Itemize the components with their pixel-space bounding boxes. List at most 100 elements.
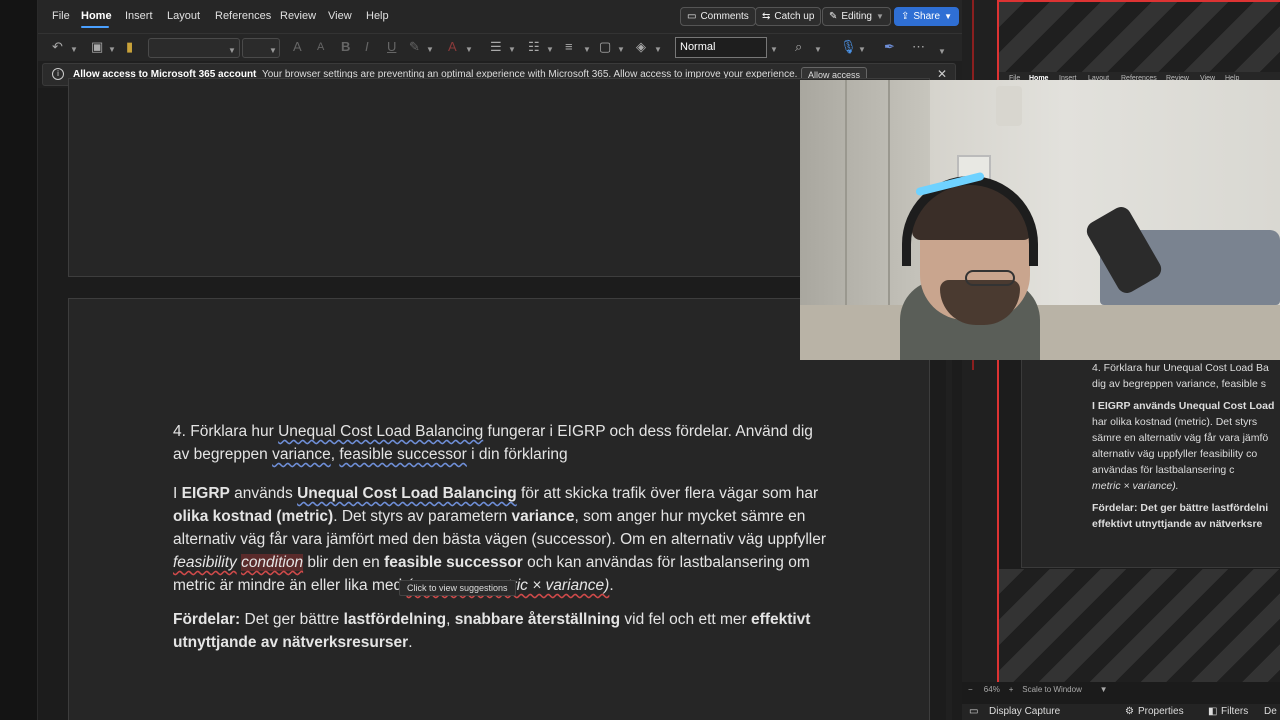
font-family-select[interactable]	[148, 38, 240, 58]
chevron-down-icon[interactable]: ▼	[1100, 685, 1108, 694]
document-body[interactable]: 4. Förklara hur Unequal Cost Load Balanc…	[173, 420, 833, 665]
menu-review[interactable]: Review	[280, 10, 316, 22]
zoom-controls: − 64% + Scale to Window ▼	[968, 685, 1108, 694]
text-run: Unequal Cost Load Balancing	[278, 423, 484, 440]
style-select[interactable]: Normal	[675, 37, 767, 58]
chevron-down-icon[interactable]: ▼	[108, 43, 116, 57]
advantages-paragraph[interactable]: Fördelar: Det ger bättre lastfördelning,…	[173, 608, 833, 654]
chevron-down-icon[interactable]: ▼	[508, 43, 516, 57]
filters-button[interactable]: Filters	[1221, 706, 1248, 717]
format-painter-icon[interactable]: ▮	[126, 40, 133, 54]
preview-line: dig av begreppen variance, feasible s	[1092, 378, 1266, 390]
suggestion-tooltip[interactable]: Click to view suggestions	[399, 580, 516, 596]
menu-bar: File Home Insert Layout References Revie…	[38, 0, 962, 33]
bullets-icon[interactable]: ☰	[490, 40, 502, 54]
highlight-icon[interactable]: ✎	[409, 40, 420, 54]
text-run: vid fel och ett mer	[620, 611, 752, 628]
search-icon[interactable]: ⌕	[795, 40, 802, 54]
chevron-down-icon[interactable]: ▼	[770, 43, 778, 57]
preview-line: Fördelar: Det ger bättre lastfördelni	[1092, 502, 1269, 514]
info-icon: i	[52, 68, 64, 80]
menu-home[interactable]: Home	[81, 10, 112, 22]
menu-view[interactable]: View	[328, 10, 352, 22]
editing-mode-button[interactable]: ✎ Editing ▼	[822, 7, 891, 26]
text-run: blir den en	[303, 554, 385, 571]
share-icon: ⇪	[901, 11, 910, 22]
floor	[800, 305, 1280, 360]
numbering-icon[interactable]: ☷	[528, 40, 540, 54]
left-rail	[0, 0, 38, 720]
bold-icon[interactable]: B	[341, 40, 350, 54]
chevron-down-icon[interactable]: ▼	[938, 45, 946, 59]
zoom-out-button[interactable]: −	[968, 685, 973, 694]
source-name: Display Capture	[989, 706, 1061, 717]
catchup-label: Catch up	[774, 11, 815, 22]
chevron-down-icon[interactable]: ▼	[858, 43, 866, 57]
chevron-down-icon[interactable]: ▼	[70, 43, 78, 57]
flagged-word[interactable]: condition	[241, 554, 304, 571]
preview-line: effektivt utnyttjande av nätverksre	[1092, 518, 1263, 530]
properties-button[interactable]: Properties	[1138, 706, 1184, 717]
chevron-down-icon[interactable]: ▼	[814, 43, 822, 57]
chevron-down-icon[interactable]: ▼	[654, 43, 662, 57]
text-run: Unequal Cost Load Balancing	[297, 485, 517, 502]
chevron-down-icon[interactable]: ▼	[546, 43, 554, 57]
more-options-icon[interactable]: ⋯	[912, 40, 925, 54]
zoom-in-button[interactable]: +	[1009, 685, 1014, 694]
chevron-down-icon: ▼	[228, 46, 236, 55]
preview-line: metric × variance).	[1092, 480, 1179, 492]
menu-layout[interactable]: Layout	[167, 10, 200, 22]
chevron-down-icon[interactable]: ▼	[426, 43, 434, 57]
editor-icon[interactable]: ✒	[884, 40, 895, 54]
preview-line: användas för lastbalansering c	[1092, 464, 1235, 476]
text-run: .	[408, 634, 413, 651]
text-run: .	[609, 577, 614, 594]
chevron-down-icon: ▼	[269, 46, 277, 55]
shrink-font-icon[interactable]: A	[317, 40, 324, 54]
preview-paragraph: Fördelar: Det ger bättre lastfördelni eff…	[1092, 500, 1280, 532]
undo-icon[interactable]: ↶	[52, 40, 63, 54]
chevron-down-icon[interactable]: ▼	[617, 43, 625, 57]
active-tab-indicator	[81, 26, 109, 28]
comments-button[interactable]: ▭ Comments	[680, 7, 756, 26]
chevron-down-icon[interactable]: ▼	[583, 43, 591, 57]
align-icon[interactable]: ≡	[565, 40, 573, 54]
preview-line: alternativ väg uppfyller feasibility co	[1092, 448, 1258, 460]
catchup-button[interactable]: ⇆ Catch up	[755, 7, 822, 26]
webcam-overlay	[800, 80, 1280, 360]
menu-help[interactable]: Help	[366, 10, 389, 22]
text-run: olika kostnad (metric)	[173, 508, 334, 525]
chevron-down-icon[interactable]: ▼	[465, 43, 473, 57]
deinterlace-button[interactable]: De	[1264, 706, 1277, 717]
grow-font-icon[interactable]: A	[293, 40, 302, 54]
zoom-level: 64%	[983, 685, 1000, 694]
question-paragraph[interactable]: 4. Förklara hur Unequal Cost Load Balanc…	[173, 420, 833, 466]
menu-file[interactable]: File	[52, 10, 70, 22]
preview-paragraph: 4. Förklara hur Unequal Cost Load Ba dig …	[1092, 360, 1280, 392]
text-run: Fördelar:	[173, 611, 241, 628]
comment-icon: ▭	[687, 11, 697, 22]
preview-line: sämre en alternativ väg får vara jämfö	[1092, 432, 1269, 444]
preview-text: 4. Förklara hur Unequal Cost Load Ba dig …	[1092, 360, 1280, 538]
font-color-icon[interactable]: A	[448, 40, 457, 54]
close-icon[interactable]: ✕	[937, 67, 947, 81]
preview-line: har olika kostnad (metric). Det styrs	[1092, 416, 1258, 428]
text-run: 4. Förklara hur	[173, 423, 279, 440]
gear-icon: ⚙	[1125, 706, 1134, 717]
menu-insert[interactable]: Insert	[125, 10, 153, 22]
italic-icon[interactable]: I	[365, 40, 369, 54]
paste-icon[interactable]: ▣	[91, 40, 103, 54]
menu-references[interactable]: References	[215, 10, 271, 22]
scale-mode-select[interactable]: Scale to Window	[1022, 685, 1082, 694]
shading-icon[interactable]: ◈	[636, 40, 646, 54]
monitor-icon: ▭	[969, 706, 979, 717]
borders-icon[interactable]: ▢	[599, 40, 611, 54]
hatch-area	[999, 2, 1280, 72]
text-run: . Det styrs av parametern	[333, 508, 512, 525]
underline-icon[interactable]: U	[387, 40, 396, 54]
text-run: I	[173, 485, 182, 502]
text-run: feasible successor	[339, 446, 467, 463]
share-button[interactable]: ⇪ Share ▼	[894, 7, 959, 26]
preview-line: 4. Förklara hur Unequal Cost Load Ba	[1092, 362, 1269, 374]
dictate-icon[interactable]: 🎙︎	[840, 40, 857, 54]
